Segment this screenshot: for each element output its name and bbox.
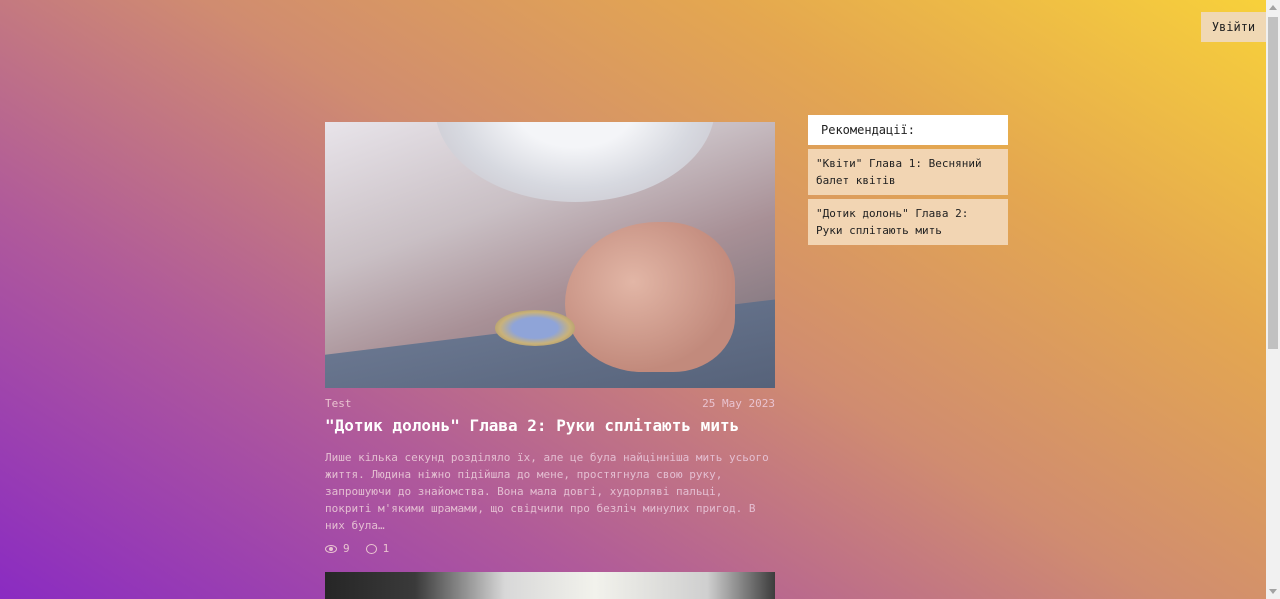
article-title[interactable]: "Дотик долонь" Глава 2: Руки сплітають м… xyxy=(325,416,775,435)
login-button[interactable]: Увійти xyxy=(1201,12,1266,42)
scroll-down-arrow-icon[interactable] xyxy=(1269,589,1277,594)
views-count: 9 xyxy=(343,542,350,555)
scrollbar-thumb[interactable] xyxy=(1268,17,1278,349)
recommendation-item[interactable]: "Дотик долонь" Глава 2: Руки сплітають м… xyxy=(808,199,1008,245)
hands-shape xyxy=(565,222,735,372)
recommendations-heading: Рекомендації: xyxy=(808,115,1008,145)
article-meta: Test 25 May 2023 xyxy=(325,397,775,410)
article-excerpt: Лише кілька секунд розділяло їх, але це … xyxy=(325,451,769,532)
comments-count: 1 xyxy=(382,542,390,555)
article-stats: 9 1 xyxy=(325,542,775,555)
article-card[interactable]: Test 25 May 2023 "Дотик долонь" Глава 2:… xyxy=(325,122,775,555)
article-author[interactable]: Test xyxy=(325,397,352,410)
article-cover-image[interactable] xyxy=(325,122,775,388)
scroll-up-arrow-icon[interactable] xyxy=(1269,5,1277,10)
scrollbar[interactable] xyxy=(1266,0,1280,599)
comment-icon xyxy=(365,543,377,554)
watch-shape xyxy=(495,310,575,346)
eye-icon xyxy=(325,544,337,553)
recommendations-panel: Рекомендації: "Квіти" Глава 1: Весняний … xyxy=(808,115,1008,245)
recommendation-item[interactable]: "Квіти" Глава 1: Весняний балет квітів xyxy=(808,149,1008,195)
airplane-window-shape xyxy=(435,122,715,202)
article-date: 25 May 2023 xyxy=(702,397,775,410)
next-article-cover-image[interactable] xyxy=(325,572,775,599)
